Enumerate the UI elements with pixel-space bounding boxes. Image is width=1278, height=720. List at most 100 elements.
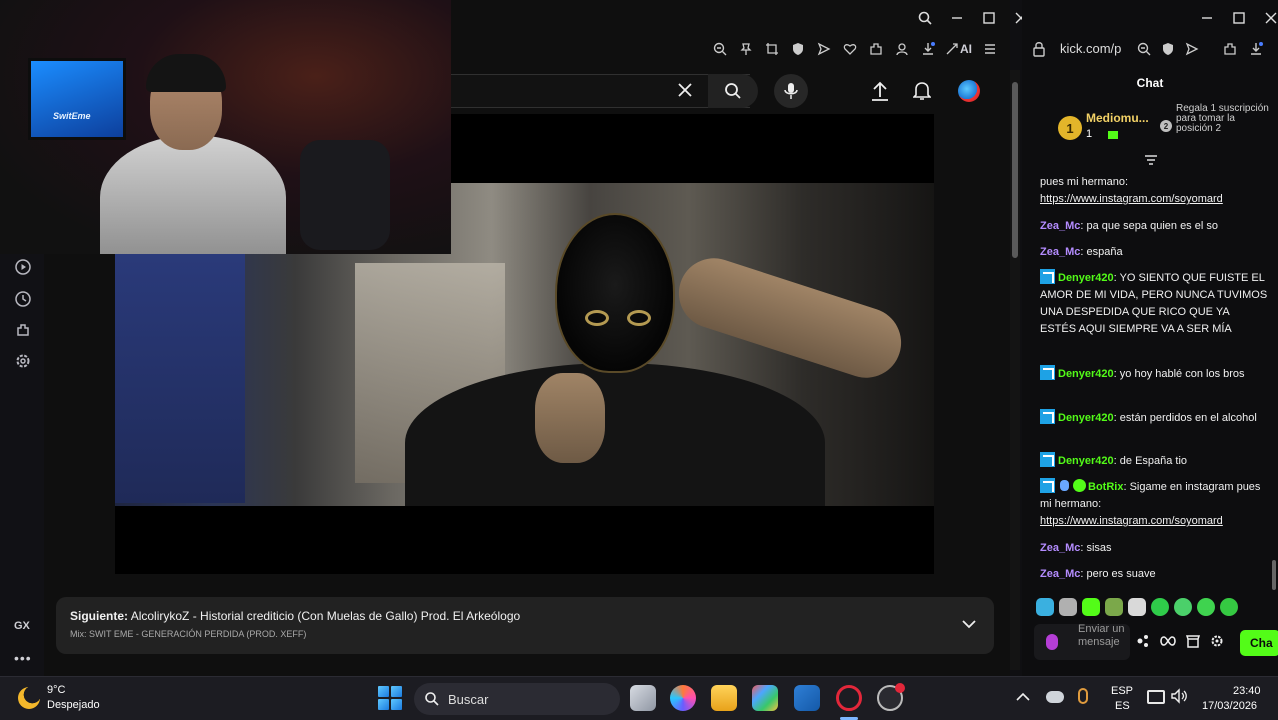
upload-icon[interactable] <box>868 78 892 104</box>
emote-icon[interactable] <box>1059 598 1077 616</box>
settings-icon[interactable] <box>1210 634 1224 648</box>
chat-username[interactable]: Denyer420 <box>1058 272 1114 284</box>
emote-icon[interactable] <box>1128 598 1146 616</box>
shield-icon[interactable] <box>1160 41 1176 57</box>
voice-search-button[interactable] <box>774 74 808 108</box>
chat-message-text: yo hoy hablé con los bros <box>1119 368 1245 380</box>
up-next-bar[interactable]: Siguiente: AlcolirykoZ - Historial credi… <box>56 597 994 654</box>
task-view-icon[interactable] <box>630 685 656 711</box>
kick-url[interactable]: kick.com/p <box>1060 41 1121 56</box>
play-icon[interactable] <box>12 256 34 278</box>
up-next-video-title[interactable]: AlcolirykoZ - Historial crediticio (Con … <box>131 609 520 623</box>
avatar[interactable] <box>958 80 980 102</box>
volume-icon[interactable] <box>1170 688 1188 706</box>
menu-icon[interactable] <box>982 41 998 57</box>
outlook-icon[interactable] <box>794 685 820 711</box>
history-icon[interactable] <box>12 288 34 310</box>
snapshot-icon[interactable] <box>764 41 780 57</box>
minimize-icon[interactable] <box>1198 6 1216 30</box>
file-explorer-icon[interactable] <box>711 685 737 711</box>
kick-address-bar[interactable]: kick.com/p <box>1022 38 1278 62</box>
clear-search-icon[interactable] <box>678 80 692 103</box>
chat-username[interactable]: Zea_Mc <box>1040 568 1080 580</box>
microphone-icon[interactable] <box>1046 634 1058 650</box>
chat-username[interactable]: BotRix <box>1088 481 1123 493</box>
weather-temperature[interactable]: 9°C <box>47 684 65 696</box>
onedrive-icon[interactable] <box>1046 691 1064 703</box>
send-icon[interactable] <box>816 41 832 57</box>
clock-time[interactable]: 23:40 <box>1233 685 1261 697</box>
network-icon[interactable] <box>1147 690 1165 704</box>
puzzle-icon[interactable] <box>1222 41 1238 57</box>
more-icon[interactable]: ••• <box>14 650 32 666</box>
subscriber-badge-icon <box>1040 365 1055 380</box>
chat-send-button[interactable]: Cha <box>1240 630 1278 656</box>
emote-icon[interactable] <box>1105 598 1123 616</box>
community-icon[interactable] <box>1136 634 1150 648</box>
gift-leaderboard[interactable]: 1 Mediomu... 1 2 Regala 1 suscripción pa… <box>1026 100 1274 156</box>
maximize-icon[interactable] <box>1230 6 1248 30</box>
scrollbar-thumb[interactable] <box>1012 82 1018 258</box>
windows-start-icon[interactable] <box>378 686 402 710</box>
chat-message: Denyer420: yo hoy hablé con los bros <box>1040 365 1268 383</box>
chat-link[interactable]: https://www.instagram.com/soyomard <box>1040 193 1223 205</box>
chat-username[interactable]: Zea_Mc <box>1040 246 1080 258</box>
game-app-icon[interactable] <box>877 683 905 711</box>
download-icon[interactable] <box>920 41 936 57</box>
pin-icon[interactable] <box>738 41 754 57</box>
emote-icon[interactable] <box>1220 598 1238 616</box>
page-scrollbar[interactable] <box>1010 70 1020 670</box>
user-lock-icon[interactable] <box>894 41 910 57</box>
weather-description[interactable]: Despejado <box>47 699 100 711</box>
shield-icon[interactable] <box>790 41 806 57</box>
chat-username[interactable]: Zea_Mc <box>1040 542 1080 554</box>
notifications-icon[interactable] <box>910 78 934 104</box>
search-input[interactable] <box>450 74 750 108</box>
zoom-out-icon[interactable] <box>712 41 728 57</box>
chat-message: Zea_Mc: españa <box>1040 246 1123 258</box>
emote-icon[interactable] <box>1197 598 1215 616</box>
chevron-down-icon[interactable] <box>960 615 978 633</box>
chat-message-text: de España tio <box>1119 455 1188 467</box>
ai-button[interactable]: AI <box>946 41 972 57</box>
send-icon[interactable] <box>1184 41 1200 57</box>
heart-icon[interactable] <box>842 41 858 57</box>
opera-gx-icon[interactable] <box>836 685 862 711</box>
chat-username[interactable]: Denyer420 <box>1058 455 1114 467</box>
microphone-in-use-icon[interactable] <box>1078 688 1088 704</box>
leaderboard-count: 1 <box>1086 128 1093 140</box>
search-icon[interactable] <box>916 6 934 30</box>
input-language[interactable]: ESP <box>1111 685 1133 697</box>
emote-icon[interactable] <box>1082 598 1100 616</box>
emote-icon[interactable] <box>1174 598 1192 616</box>
gx-label[interactable]: GX <box>14 620 30 632</box>
close-icon[interactable] <box>1262 6 1278 30</box>
microsoft-store-icon[interactable] <box>752 685 778 711</box>
emote-icon[interactable] <box>1151 598 1169 616</box>
chat-message: Zea_Mc: pero es suave <box>1040 568 1156 580</box>
chat-input[interactable]: Enviar un mensaje <box>1034 623 1130 660</box>
copilot-icon[interactable] <box>670 685 696 711</box>
chat-username[interactable]: Denyer420 <box>1058 412 1114 424</box>
weather-moon-icon[interactable] <box>18 687 40 709</box>
chevron-up-icon[interactable] <box>1016 689 1030 703</box>
chat-username[interactable]: Zea_Mc <box>1040 220 1080 232</box>
up-next-title: Siguiente: AlcolirykoZ - Historial credi… <box>70 609 520 623</box>
clock-date[interactable]: 17/03/2026 <box>1202 700 1257 712</box>
maximize-icon[interactable] <box>980 6 998 30</box>
chat-username[interactable]: Denyer420 <box>1058 368 1114 380</box>
emote-icon[interactable] <box>1036 598 1054 616</box>
puzzle-icon[interactable] <box>868 41 884 57</box>
infinity-icon[interactable] <box>1160 635 1176 647</box>
store-icon[interactable] <box>1186 634 1200 648</box>
search-button[interactable] <box>708 74 758 108</box>
chat-scrollbar-thumb[interactable] <box>1272 560 1276 590</box>
zoom-out-icon[interactable] <box>1136 41 1152 57</box>
settings-icon[interactable] <box>12 350 34 372</box>
input-layout[interactable]: ES <box>1115 700 1130 712</box>
download-icon[interactable] <box>1248 41 1264 57</box>
chat-link[interactable]: https://www.instagram.com/soyomard <box>1040 515 1223 527</box>
extensions-icon[interactable] <box>12 319 34 341</box>
taskbar-search[interactable]: Buscar <box>414 683 620 715</box>
minimize-icon[interactable] <box>948 6 966 30</box>
